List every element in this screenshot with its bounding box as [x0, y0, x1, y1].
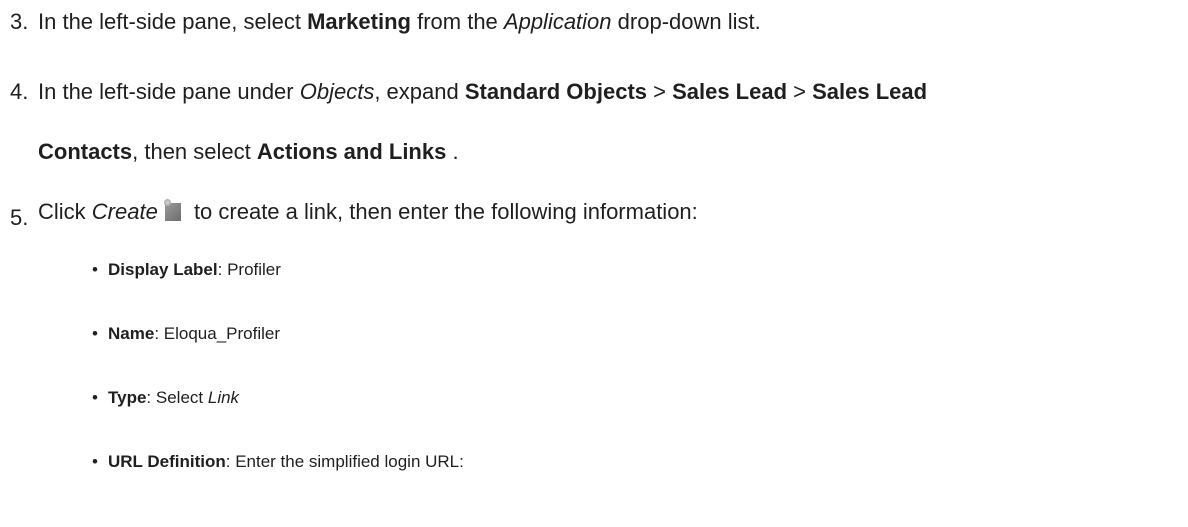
field-value: Profiler [227, 260, 281, 279]
sales-lead-term: Sales Lead [672, 79, 788, 104]
field-list: • Display Label: Profiler • Name: Eloqua_P… [92, 258, 464, 514]
field-label: Type [108, 388, 147, 407]
create-term: Create [91, 199, 158, 224]
standard-objects-term: Standard Objects [464, 79, 647, 104]
list-item-type: • Type: Select Link [92, 386, 464, 410]
field-label: Display Label [108, 260, 218, 279]
step-text: In the left-side pane, select Marketing … [38, 9, 761, 34]
create-icon [163, 199, 182, 221]
list-item-display-label: • Display Label: Profiler [92, 258, 464, 282]
bullet: • [92, 452, 98, 471]
step-number: 5. [10, 205, 29, 230]
field-label: URL Definition [108, 452, 226, 471]
bullet: • [92, 388, 98, 407]
step-5: 5. Click Create to create a link, then en… [10, 196, 1180, 230]
sales-lead-contacts-term: Sales Lead [812, 79, 928, 104]
field-label: Name [108, 324, 155, 343]
field-value-emphasis: Link [207, 388, 240, 407]
application-term: Application [503, 9, 612, 34]
list-item-url-definition: • URL Definition: Enter the simplified lo… [92, 450, 464, 474]
field-value: Enter the simplified login URL: [235, 452, 464, 471]
step-text: Click Create to create a link, then ente… [38, 199, 698, 224]
field-value: Eloqua_Profiler [163, 324, 281, 343]
marketing-term: Marketing [307, 9, 411, 34]
step-4: 4. In the left-side pane under Objects, e… [10, 76, 1180, 108]
bullet: • [92, 324, 98, 343]
step-3: 3. In the left-side pane, select Marketin… [10, 6, 1180, 38]
step-text: In the left-side pane under Objects, exp… [38, 79, 928, 104]
field-value: Select [155, 388, 208, 407]
step-number: 3. [10, 9, 29, 34]
objects-term: Objects [299, 79, 375, 104]
bullet: • [92, 260, 98, 279]
step-4-continued: Contacts, then select Actions and Links … [38, 139, 459, 164]
list-item-name: • Name: Eloqua_Profiler [92, 322, 464, 346]
sales-lead-contacts-term-cont: Contacts [38, 139, 133, 164]
step-number: 4. [10, 79, 29, 104]
actions-and-links-term: Actions and Links [256, 139, 447, 164]
